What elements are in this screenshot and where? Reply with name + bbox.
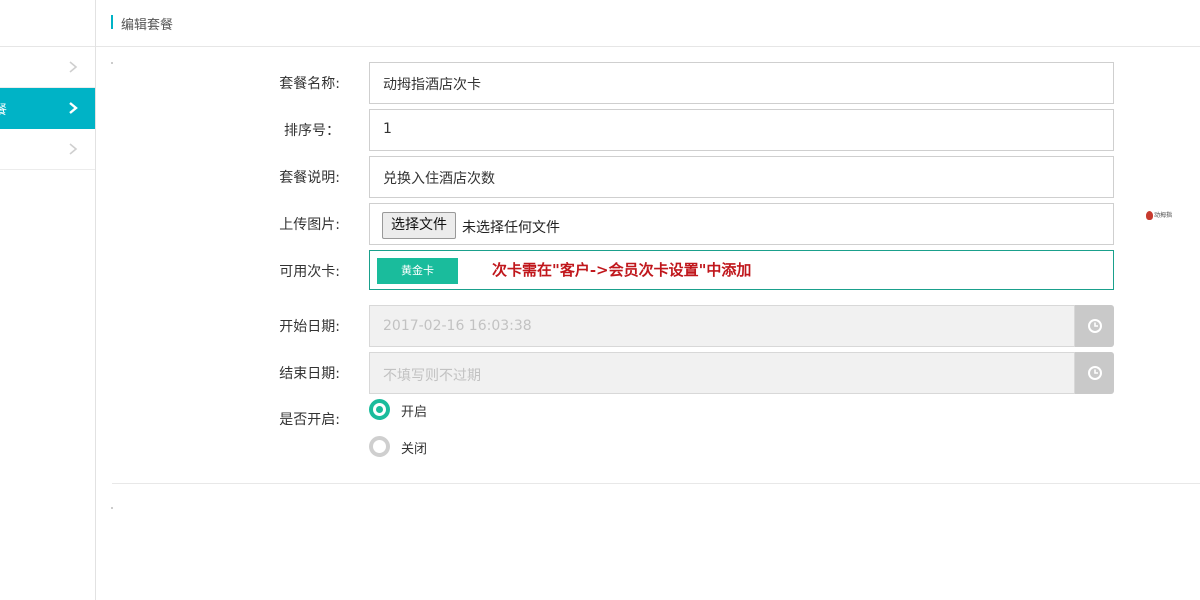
start-date-placeholder: 2017-02-16 16:03:38: [383, 318, 532, 334]
corner-dot: [111, 62, 113, 64]
sidebar-item-3[interactable]: [0, 129, 95, 170]
end-date-picker-button[interactable]: [1075, 352, 1114, 394]
chevron-right-icon: [69, 143, 78, 155]
description-input[interactable]: 兑换入住酒店次数: [369, 156, 1114, 198]
chevron-right-icon: [69, 102, 78, 114]
clock-icon: [1088, 366, 1102, 380]
start-date-label: 开始日期:: [279, 319, 340, 335]
chevron-right-icon: [69, 61, 78, 73]
radio-label-off: 关闭: [401, 442, 428, 457]
desc-label: 套餐说明:: [279, 170, 340, 186]
file-status: 未选择任何文件: [462, 220, 560, 236]
choose-file-button[interactable]: 选择文件: [382, 212, 456, 239]
sidebar-item-package[interactable]: 餐: [0, 88, 95, 129]
package-name-input[interactable]: 动拇指酒店次卡: [369, 62, 1114, 104]
page-title: 编辑套餐: [121, 18, 174, 33]
form-divider: [112, 483, 1200, 484]
package-name-value: 动拇指酒店次卡: [383, 77, 481, 93]
logo-text: 动拇指: [1154, 212, 1173, 219]
logo-mark-icon: [1146, 211, 1153, 220]
name-label: 套餐名称:: [279, 76, 340, 92]
radio-enabled-off[interactable]: [369, 436, 390, 457]
end-date-input[interactable]: 不填写则不过期: [369, 352, 1075, 394]
cards-note: 次卡需在"客户->会员次卡设置"中添加: [492, 261, 752, 279]
enabled-label: 是否开启:: [279, 412, 340, 428]
clock-icon: [1088, 319, 1102, 333]
start-date-input[interactable]: 2017-02-16 16:03:38: [369, 305, 1075, 347]
upload-field: 选择文件 未选择任何文件: [369, 203, 1114, 245]
end-date-placeholder: 不填写则不过期: [383, 368, 481, 384]
card-badge-gold[interactable]: 黄金卡: [377, 258, 458, 284]
sort-label: 排序号：: [284, 123, 340, 139]
radio-label-on: 开启: [401, 405, 428, 420]
sidebar-item-label: 餐: [0, 103, 8, 118]
page-header: 编辑套餐: [96, 0, 1200, 47]
end-date-label: 结束日期:: [279, 366, 340, 382]
sidebar-item-1[interactable]: [0, 47, 95, 88]
title-accent-bar: [111, 15, 113, 29]
sort-number-input[interactable]: 1: [369, 109, 1114, 151]
start-date-picker-button[interactable]: [1075, 305, 1114, 347]
available-cards-box: 黄金卡 次卡需在"客户->会员次卡设置"中添加: [369, 250, 1114, 290]
sort-number-value: 1: [383, 121, 392, 137]
upload-label: 上传图片:: [279, 217, 340, 233]
description-value: 兑换入住酒店次数: [383, 171, 495, 187]
corner-dot: [111, 507, 113, 509]
radio-enabled-on[interactable]: [369, 399, 390, 420]
cards-label: 可用次卡:: [279, 264, 340, 280]
sidebar: 餐: [0, 0, 96, 600]
sidebar-header: [0, 0, 95, 47]
